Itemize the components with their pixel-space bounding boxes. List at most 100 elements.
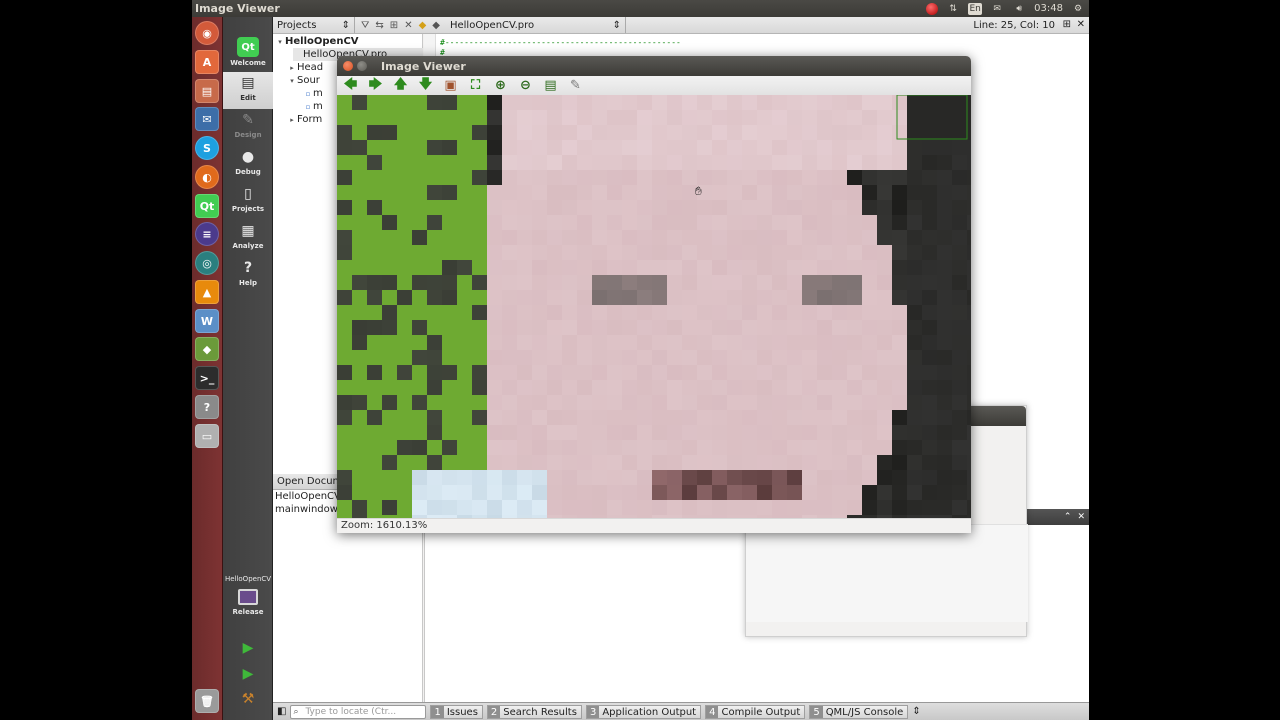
kit-build-config: Release: [232, 608, 264, 616]
zoom-out-icon[interactable]: ⊖: [516, 77, 535, 94]
link-icon[interactable]: ⇆: [375, 20, 383, 31]
locator-input[interactable]: ⌕ Type to locate (Ctr...: [290, 704, 427, 719]
close-pane-icon[interactable]: ✕: [404, 20, 412, 31]
split-icon[interactable]: ⊞: [390, 20, 398, 31]
files-icon[interactable]: ▤: [195, 79, 219, 103]
output-tab-compile-output[interactable]: 4 Compile Output: [705, 704, 806, 719]
eclipse-icon[interactable]: ≡: [195, 222, 219, 246]
mode-label: Welcome: [230, 59, 266, 67]
output-tab-qml-console[interactable]: 5 QML/JS Console: [809, 704, 909, 719]
output-tab-label: Search Results: [503, 706, 577, 718]
brush-icon[interactable]: ✎: [566, 77, 585, 94]
tree-expand-icon[interactable]: ▾: [287, 75, 297, 88]
tree-item-label: HelloOpenCV: [285, 36, 359, 47]
qt-creator-launcher-icon[interactable]: Qt: [195, 194, 219, 218]
mode-debug[interactable]: ● Debug: [223, 146, 273, 183]
mode-label: Edit: [240, 94, 256, 102]
tree-item-sources[interactable]: ▾ Sour: [287, 74, 320, 87]
unknown-app-icon[interactable]: ?: [195, 395, 219, 419]
network-arrows-icon[interactable]: ⇅: [946, 3, 960, 15]
tree-expand-icon[interactable]: ▾: [275, 36, 285, 49]
search-icon: ⌕: [293, 706, 299, 717]
tree-item-headers[interactable]: ▸ Head: [287, 61, 323, 74]
session-gear-icon[interactable]: ⚙: [1071, 3, 1085, 15]
vlc-icon[interactable]: ▲: [195, 280, 219, 304]
open-file-combo[interactable]: HelloOpenCV.pro ⇕: [446, 17, 626, 33]
firefox-icon[interactable]: ◐: [195, 165, 219, 189]
tree-item-label: Form: [297, 114, 323, 125]
window-minimize-icon[interactable]: [357, 61, 367, 71]
top-panel: Image Viewer ⇅ En ✉ 🔊︎ 03:48 ⚙: [192, 0, 1089, 17]
close-pane-icon[interactable]: ✕: [1077, 512, 1085, 522]
tree-item-source-file[interactable]: ▫ m: [303, 87, 323, 100]
mode-help[interactable]: ? Help: [223, 257, 273, 294]
design-pencil-icon: ✎: [242, 112, 254, 128]
kit-selector[interactable]: HelloOpenCV Release: [223, 573, 273, 625]
mode-projects[interactable]: ▯ Projects: [223, 183, 273, 220]
more-tabs-icon[interactable]: ⇕: [912, 706, 920, 717]
image-canvas[interactable]: ✋︎: [337, 95, 971, 518]
window-close-icon[interactable]: [343, 61, 353, 71]
output-tab-search-results[interactable]: 2 Search Results: [486, 704, 582, 719]
image-viewer-window: Image Viewer 🡄 🡆 🡅 🡇 ▣ ⛶ ⊕ ⊖ ▤ ✎ ✋︎ Zoom: 1610.13…: [337, 56, 971, 533]
tree-item-forms[interactable]: ▸ Form: [287, 113, 322, 126]
drive-icon[interactable]: ▭: [195, 424, 219, 448]
tree-item-source-file[interactable]: ▫ m: [303, 100, 323, 113]
nav-forward-icon[interactable]: ◆: [432, 20, 440, 31]
record-indicator-icon[interactable]: [926, 2, 939, 15]
mode-design[interactable]: ✎ Design: [223, 109, 273, 146]
back-arrow-icon[interactable]: 🡄: [341, 77, 360, 94]
forward-arrow-icon[interactable]: 🡆: [366, 77, 385, 94]
tree-item-label: Sour: [297, 75, 320, 86]
tree-item-label: m: [313, 101, 323, 112]
debug-run-icon[interactable]: ▶: [238, 664, 258, 684]
filter-icon[interactable]: ⛛: [361, 20, 369, 31]
projects-wrench-icon: ▯: [244, 186, 252, 202]
output-tab-application-output[interactable]: 3 Application Output: [585, 704, 702, 719]
pixelated-face-image: [337, 95, 971, 518]
save-icon[interactable]: ▤: [541, 77, 560, 94]
debug-bug-icon: ●: [241, 149, 255, 165]
zoom-in-icon[interactable]: ⊕: [491, 77, 510, 94]
down-arrow-icon[interactable]: 🡇: [416, 77, 435, 94]
software-center-icon[interactable]: A: [195, 50, 219, 74]
tree-item-project[interactable]: ▾ HelloOpenCV: [275, 35, 359, 49]
projects-view-combo[interactable]: Projects ⇕: [273, 17, 355, 33]
globe-icon[interactable]: ◎: [195, 251, 219, 275]
image-viewer-toolbar: 🡄 🡆 🡅 🡇 ▣ ⛶ ⊕ ⊖ ▤ ✎: [337, 76, 971, 95]
toggle-sidebar-icon[interactable]: ◧: [277, 706, 286, 717]
hand-cursor-icon: ✋︎: [695, 184, 702, 198]
output-tab-label: QML/JS Console: [825, 706, 904, 718]
split-editor-icon[interactable]: ⊞: [1063, 19, 1071, 30]
keyboard-layout[interactable]: En: [968, 2, 983, 15]
run-play-icon[interactable]: ▶: [238, 638, 258, 658]
trash-icon[interactable]: 🗑︎: [195, 689, 219, 713]
editor-toolbar: Projects ⇕ ⛛ ⇆ ⊞ ✕ ◆ ◆ HelloOpenCV.pro ⇕…: [273, 17, 1089, 34]
tree-expand-icon[interactable]: ▸: [287, 114, 297, 127]
terminal-icon[interactable]: >_: [195, 366, 219, 390]
dash-home-icon[interactable]: ◉: [195, 21, 219, 45]
combo-arrows-icon: ⇕: [612, 19, 621, 31]
mode-analyze[interactable]: ▦ Analyze: [223, 220, 273, 257]
volume-icon[interactable]: 🔊︎: [1012, 3, 1026, 15]
build-hammer-icon[interactable]: ⚒: [238, 689, 258, 709]
mode-label: Help: [238, 279, 258, 287]
mode-welcome[interactable]: Qt Welcome: [223, 35, 273, 72]
layers-icon[interactable]: ◆: [195, 337, 219, 361]
writer-icon[interactable]: W: [195, 309, 219, 333]
fit-window-icon[interactable]: ⛶: [466, 77, 485, 94]
cursor-position: Line: 25, Col: 10: [973, 19, 1055, 31]
nav-back-icon[interactable]: ◆: [419, 20, 427, 31]
image-viewer-titlebar[interactable]: Image Viewer: [337, 56, 971, 76]
maximize-pane-icon[interactable]: ⌃: [1064, 512, 1072, 522]
thunderbird-icon[interactable]: ✉: [195, 107, 219, 131]
mode-label: Analyze: [232, 242, 264, 250]
skype-icon[interactable]: S: [195, 136, 219, 160]
up-arrow-icon[interactable]: 🡅: [391, 77, 410, 94]
clock[interactable]: 03:48: [1034, 3, 1063, 14]
output-tab-issues[interactable]: 1 Issues: [430, 704, 483, 719]
mail-icon[interactable]: ✉: [990, 3, 1004, 15]
open-image-icon[interactable]: ▣: [441, 77, 460, 94]
mode-edit[interactable]: ▤ Edit: [223, 72, 273, 109]
close-editor-icon[interactable]: ✕: [1077, 19, 1085, 30]
